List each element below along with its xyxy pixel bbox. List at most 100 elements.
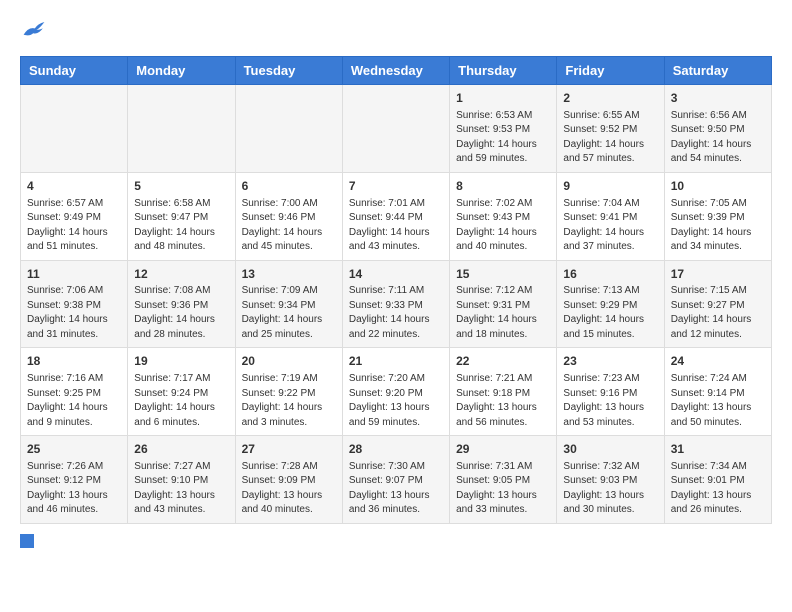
- day-number: 23: [563, 353, 657, 370]
- calendar-cell: 8 Sunrise: 7:02 AM Sunset: 9:43 PM Daylig…: [450, 172, 557, 260]
- calendar-cell: 14Sunrise: 7:11 AM Sunset: 9:33 PM Dayli…: [342, 260, 449, 348]
- day-number: 20: [242, 353, 336, 370]
- calendar-cell: 11Sunrise: 7:06 AM Sunset: 9:38 PM Dayli…: [21, 260, 128, 348]
- calendar-cell: 2 Sunrise: 6:55 AM Sunset: 9:52 PM Daylig…: [557, 85, 664, 173]
- footer-legend: [20, 534, 772, 548]
- day-info: Sunrise: 7:15 AM Sunset: 9:27 PM Dayligh…: [671, 284, 765, 342]
- day-number: 28: [349, 441, 443, 458]
- calendar-cell: 30Sunrise: 7:32 AM Sunset: 9:03 PM Dayli…: [557, 436, 664, 524]
- day-number: 5: [134, 178, 228, 195]
- day-number: 31: [671, 441, 765, 458]
- calendar-cell: 22Sunrise: 7:21 AM Sunset: 9:18 PM Dayli…: [450, 348, 557, 436]
- calendar-week-row: 18Sunrise: 7:16 AM Sunset: 9:25 PM Dayli…: [21, 348, 772, 436]
- day-info: Sunrise: 7:05 AM Sunset: 9:39 PM Dayligh…: [671, 197, 765, 255]
- day-number: 2: [563, 90, 657, 107]
- day-info: Sunrise: 7:30 AM Sunset: 9:07 PM Dayligh…: [349, 460, 443, 518]
- day-number: 11: [27, 266, 121, 283]
- day-info: Sunrise: 7:31 AM Sunset: 9:05 PM Dayligh…: [456, 460, 550, 518]
- day-number: 17: [671, 266, 765, 283]
- day-number: 10: [671, 178, 765, 195]
- day-info: Sunrise: 7:26 AM Sunset: 9:12 PM Dayligh…: [27, 460, 121, 518]
- day-info: Sunrise: 7:09 AM Sunset: 9:34 PM Dayligh…: [242, 284, 336, 342]
- calendar-day-header: Saturday: [664, 57, 771, 85]
- day-number: 29: [456, 441, 550, 458]
- calendar-week-row: 4 Sunrise: 6:57 AM Sunset: 9:49 PM Daylig…: [21, 172, 772, 260]
- day-number: 3: [671, 90, 765, 107]
- day-info: Sunrise: 7:01 AM Sunset: 9:44 PM Dayligh…: [349, 197, 443, 255]
- day-number: 26: [134, 441, 228, 458]
- day-info: Sunrise: 6:58 AM Sunset: 9:47 PM Dayligh…: [134, 197, 228, 255]
- day-number: 13: [242, 266, 336, 283]
- calendar-cell: 5 Sunrise: 6:58 AM Sunset: 9:47 PM Daylig…: [128, 172, 235, 260]
- day-info: Sunrise: 7:16 AM Sunset: 9:25 PM Dayligh…: [27, 372, 121, 430]
- calendar-day-header: Wednesday: [342, 57, 449, 85]
- calendar-cell: 26 Sunrise: 7:27 AM Sunset: 9:10 PM Dayli…: [128, 436, 235, 524]
- day-info: Sunrise: 7:06 AM Sunset: 9:38 PM Dayligh…: [27, 284, 121, 342]
- header: [20, 20, 772, 40]
- day-number: 30: [563, 441, 657, 458]
- calendar-week-row: 1 Sunrise: 6:53 AM Sunset: 9:53 PM Daylig…: [21, 85, 772, 173]
- day-info: Sunrise: 7:04 AM Sunset: 9:41 PM Dayligh…: [563, 197, 657, 255]
- day-info: Sunrise: 7:28 AM Sunset: 9:09 PM Dayligh…: [242, 460, 336, 518]
- day-info: Sunrise: 7:19 AM Sunset: 9:22 PM Dayligh…: [242, 372, 336, 430]
- day-info: Sunrise: 7:02 AM Sunset: 9:43 PM Dayligh…: [456, 197, 550, 255]
- calendar-cell: 1 Sunrise: 6:53 AM Sunset: 9:53 PM Daylig…: [450, 85, 557, 173]
- day-info: Sunrise: 7:13 AM Sunset: 9:29 PM Dayligh…: [563, 284, 657, 342]
- day-info: Sunrise: 7:17 AM Sunset: 9:24 PM Dayligh…: [134, 372, 228, 430]
- day-info: Sunrise: 7:24 AM Sunset: 9:14 PM Dayligh…: [671, 372, 765, 430]
- day-number: 9: [563, 178, 657, 195]
- day-info: Sunrise: 7:12 AM Sunset: 9:31 PM Dayligh…: [456, 284, 550, 342]
- day-info: Sunrise: 7:23 AM Sunset: 9:16 PM Dayligh…: [563, 372, 657, 430]
- day-info: Sunrise: 6:56 AM Sunset: 9:50 PM Dayligh…: [671, 109, 765, 167]
- calendar-week-row: 25 Sunrise: 7:26 AM Sunset: 9:12 PM Dayli…: [21, 436, 772, 524]
- day-info: Sunrise: 7:20 AM Sunset: 9:20 PM Dayligh…: [349, 372, 443, 430]
- calendar-day-header: Sunday: [21, 57, 128, 85]
- day-number: 1: [456, 90, 550, 107]
- day-info: Sunrise: 7:11 AM Sunset: 9:33 PM Dayligh…: [349, 284, 443, 342]
- calendar-cell: [235, 85, 342, 173]
- day-info: Sunrise: 7:34 AM Sunset: 9:01 PM Dayligh…: [671, 460, 765, 518]
- day-number: 19: [134, 353, 228, 370]
- day-info: Sunrise: 7:21 AM Sunset: 9:18 PM Dayligh…: [456, 372, 550, 430]
- calendar-cell: 20 Sunrise: 7:19 AM Sunset: 9:22 PM Dayli…: [235, 348, 342, 436]
- day-info: Sunrise: 7:27 AM Sunset: 9:10 PM Dayligh…: [134, 460, 228, 518]
- calendar-cell: [342, 85, 449, 173]
- day-number: 4: [27, 178, 121, 195]
- calendar-day-header: Tuesday: [235, 57, 342, 85]
- day-info: Sunrise: 6:55 AM Sunset: 9:52 PM Dayligh…: [563, 109, 657, 167]
- calendar-day-header: Thursday: [450, 57, 557, 85]
- calendar-cell: 18Sunrise: 7:16 AM Sunset: 9:25 PM Dayli…: [21, 348, 128, 436]
- calendar-cell: 23 Sunrise: 7:23 AM Sunset: 9:16 PM Dayli…: [557, 348, 664, 436]
- calendar-table: SundayMondayTuesdayWednesdayThursdayFrid…: [20, 56, 772, 524]
- calendar-cell: 15Sunrise: 7:12 AM Sunset: 9:31 PM Dayli…: [450, 260, 557, 348]
- day-number: 21: [349, 353, 443, 370]
- calendar-cell: 16Sunrise: 7:13 AM Sunset: 9:29 PM Dayli…: [557, 260, 664, 348]
- day-info: Sunrise: 6:53 AM Sunset: 9:53 PM Dayligh…: [456, 109, 550, 167]
- day-number: 15: [456, 266, 550, 283]
- day-number: 6: [242, 178, 336, 195]
- calendar-cell: 29 Sunrise: 7:31 AM Sunset: 9:05 PM Dayli…: [450, 436, 557, 524]
- calendar-cell: 21 Sunrise: 7:20 AM Sunset: 9:20 PM Dayli…: [342, 348, 449, 436]
- day-number: 12: [134, 266, 228, 283]
- calendar-cell: 19 Sunrise: 7:17 AM Sunset: 9:24 PM Dayli…: [128, 348, 235, 436]
- calendar-cell: [128, 85, 235, 173]
- day-number: 25: [27, 441, 121, 458]
- footer-color-box: [20, 534, 34, 548]
- day-info: Sunrise: 7:00 AM Sunset: 9:46 PM Dayligh…: [242, 197, 336, 255]
- day-number: 27: [242, 441, 336, 458]
- day-number: 16: [563, 266, 657, 283]
- calendar-cell: 28 Sunrise: 7:30 AM Sunset: 9:07 PM Dayli…: [342, 436, 449, 524]
- calendar-week-row: 11Sunrise: 7:06 AM Sunset: 9:38 PM Dayli…: [21, 260, 772, 348]
- calendar-cell: 24 Sunrise: 7:24 AM Sunset: 9:14 PM Dayli…: [664, 348, 771, 436]
- calendar-day-header: Monday: [128, 57, 235, 85]
- logo-bird-icon: [22, 20, 46, 40]
- calendar-cell: 9 Sunrise: 7:04 AM Sunset: 9:41 PM Daylig…: [557, 172, 664, 260]
- day-number: 14: [349, 266, 443, 283]
- day-number: 24: [671, 353, 765, 370]
- day-number: 8: [456, 178, 550, 195]
- day-number: 7: [349, 178, 443, 195]
- day-info: Sunrise: 6:57 AM Sunset: 9:49 PM Dayligh…: [27, 197, 121, 255]
- calendar-cell: 10 Sunrise: 7:05 AM Sunset: 9:39 PM Dayli…: [664, 172, 771, 260]
- calendar-cell: 31 Sunrise: 7:34 AM Sunset: 9:01 PM Dayli…: [664, 436, 771, 524]
- calendar-cell: 27 Sunrise: 7:28 AM Sunset: 9:09 PM Dayli…: [235, 436, 342, 524]
